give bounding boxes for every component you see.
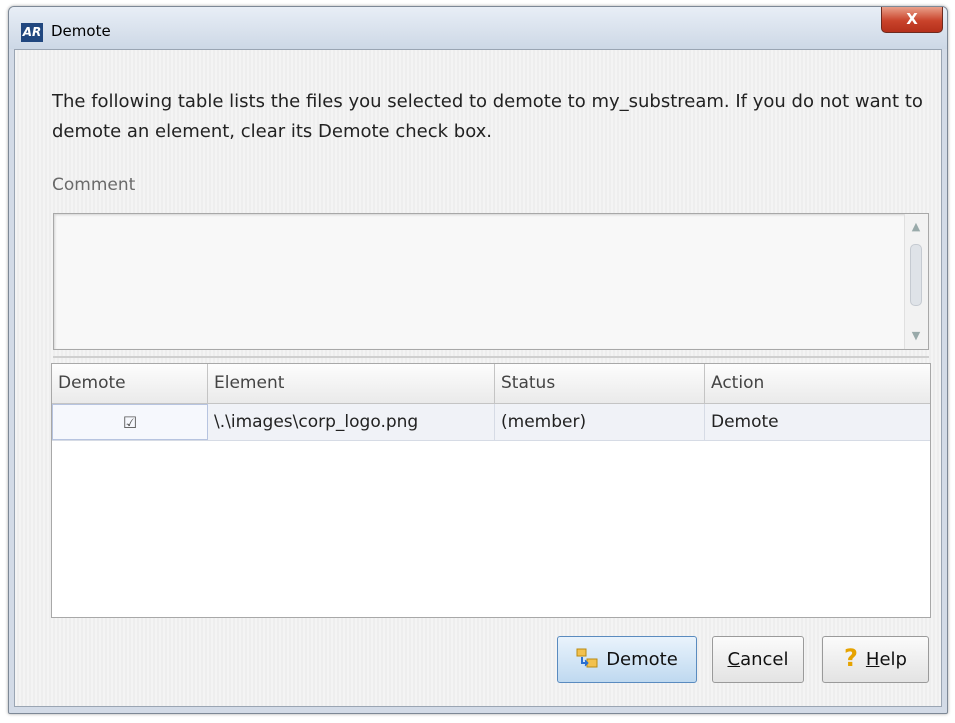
dialog-body: The following table lists the files you … [14, 49, 942, 707]
demote-button-label: Demote [606, 649, 678, 670]
window-title: Demote [51, 22, 111, 40]
demote-checkbox[interactable]: ☑ [52, 404, 208, 440]
column-header-status[interactable]: Status [495, 364, 705, 403]
demote-dialog: AR Demote X The following table lists th… [8, 6, 948, 714]
cancel-mnemonic: C [727, 649, 741, 670]
question-mark-icon: ? [844, 644, 858, 672]
help-label: elp [879, 649, 907, 670]
table-row[interactable]: ☑ \.\images\corp_logo.png (member) Demot… [52, 404, 930, 441]
instructions-text: The following table lists the files you … [52, 91, 923, 142]
scroll-thumb[interactable] [910, 244, 922, 306]
comment-label: Comment [52, 175, 136, 195]
demote-button[interactable]: Demote [557, 636, 697, 683]
cancel-button[interactable]: Cancel [712, 636, 804, 683]
help-mnemonic: H [865, 649, 880, 670]
checkbox-checked-icon: ☑ [122, 413, 138, 432]
action-cell: Demote [711, 412, 779, 432]
element-cell: \.\images\corp_logo.png [208, 404, 495, 440]
column-header-action[interactable]: Action [705, 364, 930, 403]
scroll-up-icon[interactable]: ▲ [910, 221, 922, 232]
divider [53, 356, 929, 358]
demote-icon [576, 648, 598, 668]
scroll-down-icon[interactable]: ▼ [910, 330, 922, 341]
comment-input[interactable]: ▲ ▼ [53, 213, 929, 350]
close-button[interactable]: X [881, 7, 943, 33]
table-header: Demote Element Status Action [52, 364, 930, 404]
status-cell: (member) [495, 404, 705, 440]
files-table: Demote Element Status Action ☑ \.\images… [51, 363, 931, 618]
help-button[interactable]: ? Help [822, 636, 929, 683]
app-icon: AR [21, 23, 43, 42]
cancel-label: ancel [740, 649, 789, 670]
column-header-demote[interactable]: Demote [52, 364, 208, 403]
column-header-element[interactable]: Element [208, 364, 495, 403]
title-bar[interactable]: AR Demote X [9, 7, 947, 49]
comment-scrollbar[interactable]: ▲ ▼ [904, 214, 928, 349]
